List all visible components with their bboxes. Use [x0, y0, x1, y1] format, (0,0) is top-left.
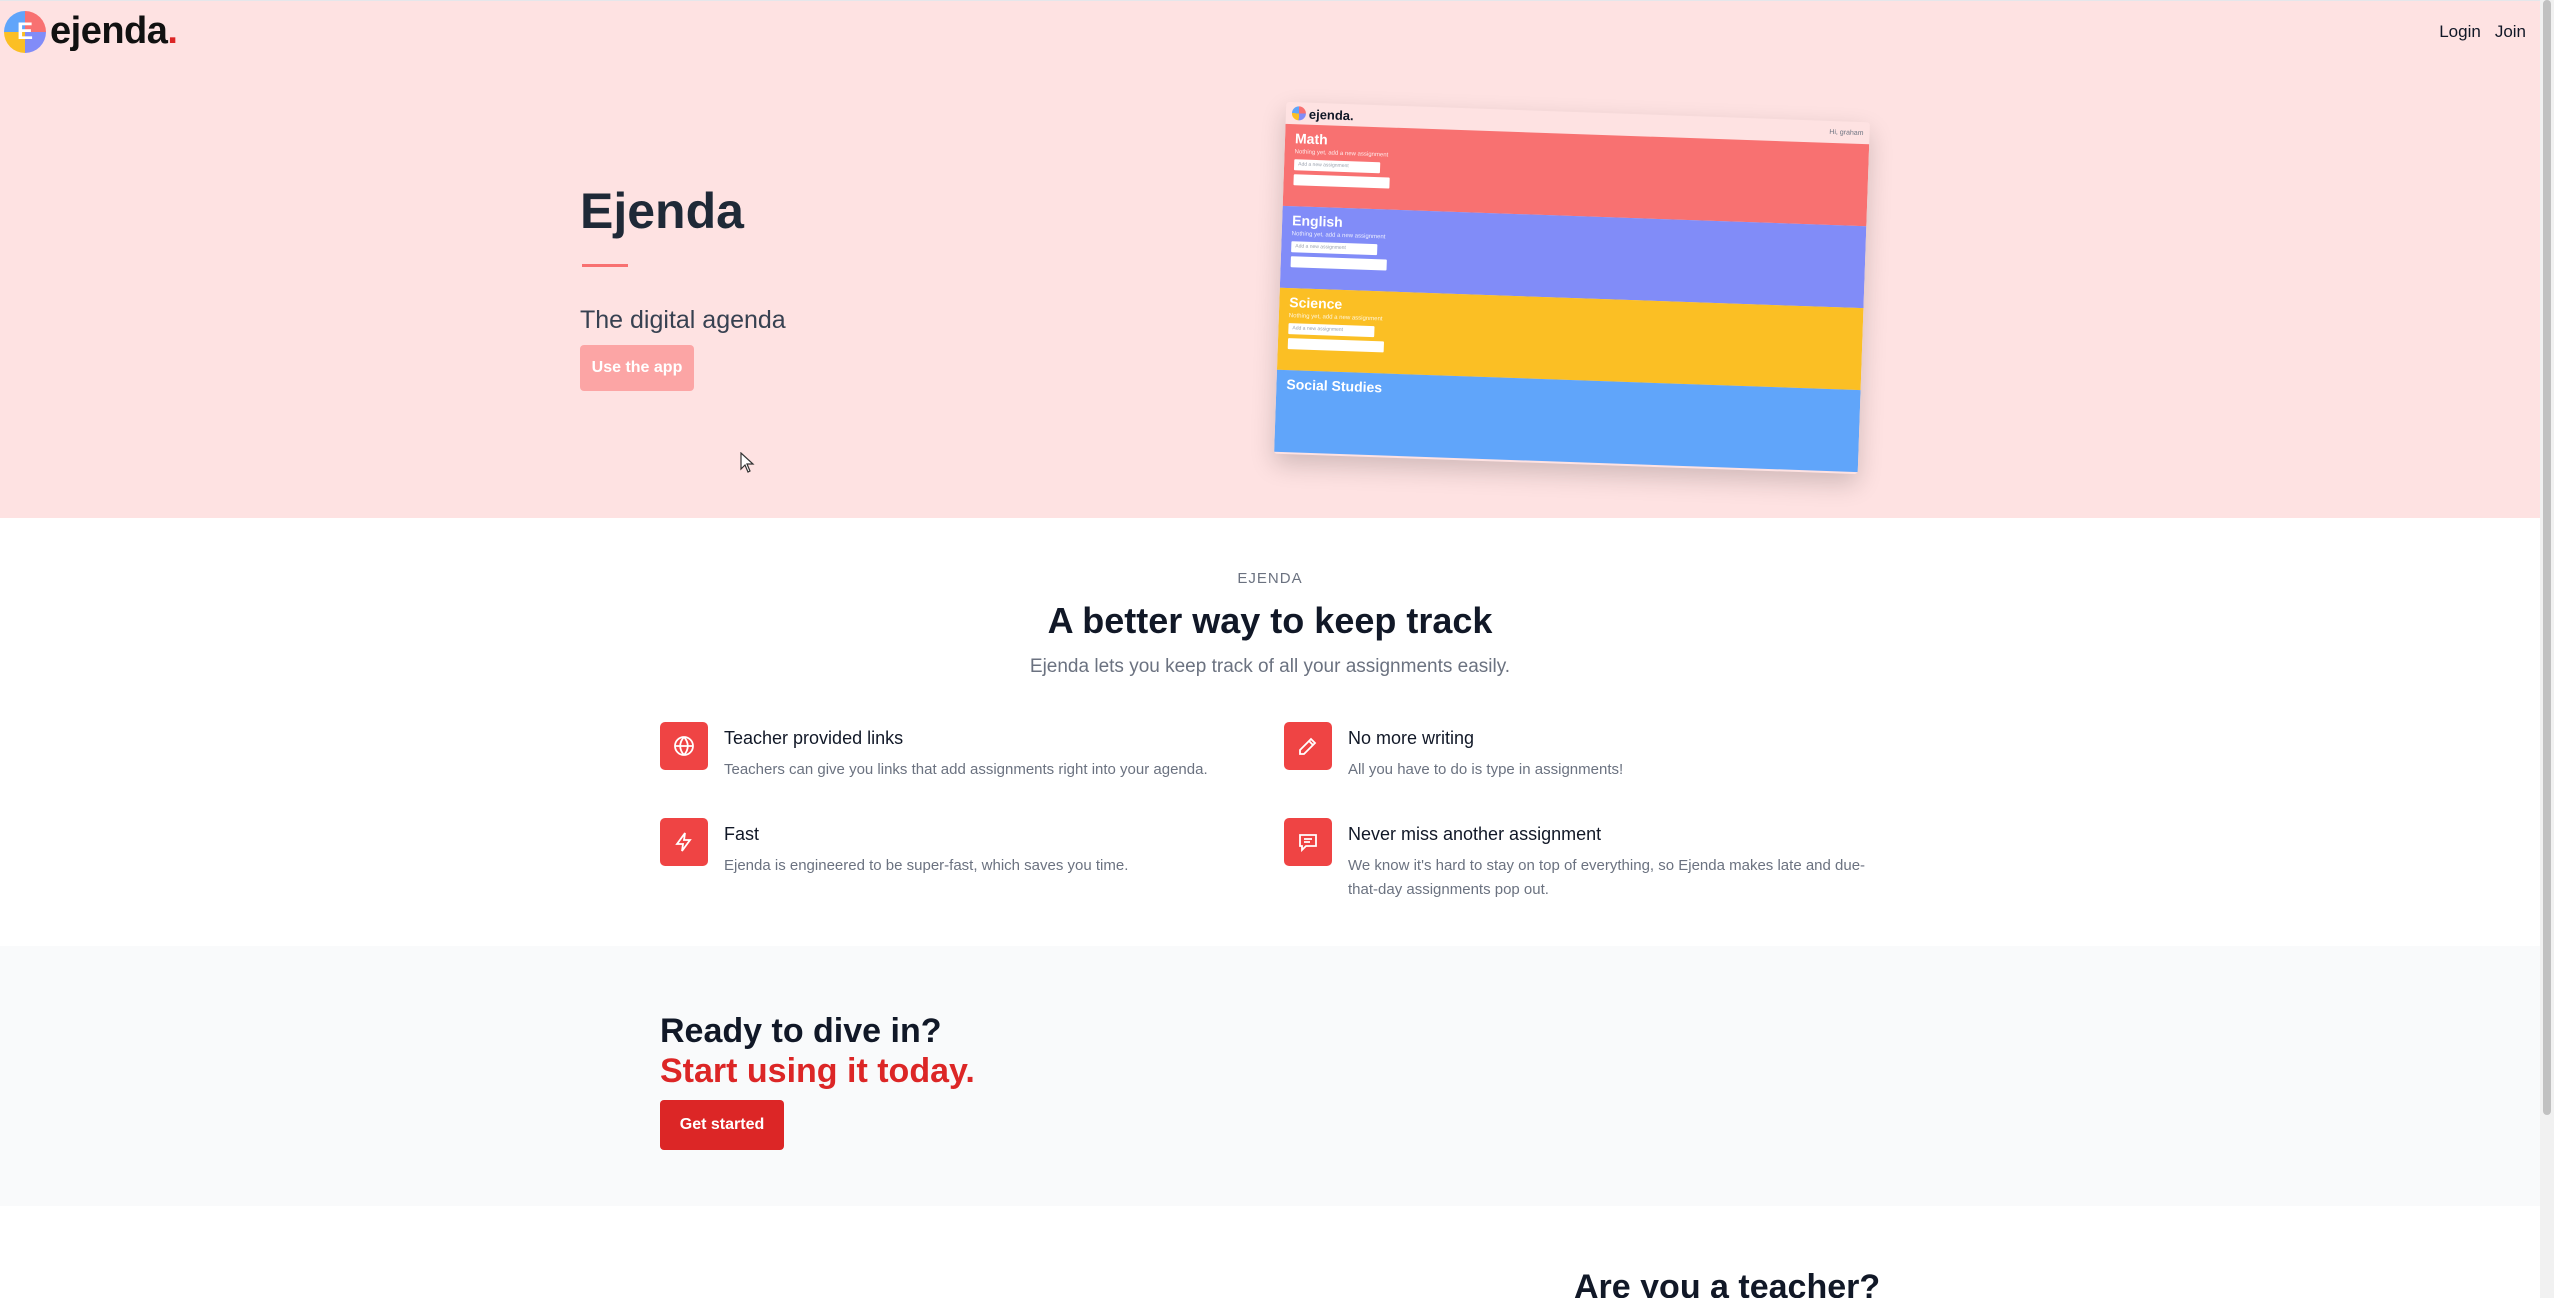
scrollbar-thumb[interactable] — [2543, 0, 2551, 1115]
feature-desc: Ejenda is engineered to be super-fast, w… — [724, 857, 1129, 874]
feature-name: Never miss another assignment — [1348, 824, 1602, 844]
globe-icon — [660, 722, 708, 770]
chat-icon — [1284, 818, 1332, 866]
preview-logo-icon — [1291, 106, 1307, 121]
lightning-icon — [660, 818, 708, 866]
preview-subjects: Math Nothing yet, add a new assignment Add… — [1274, 123, 1870, 473]
features-eyebrow: EJENDA — [1237, 570, 1303, 587]
hero-subtitle: The digital agenda — [580, 306, 786, 334]
preview-brand: ejenda. — [1308, 106, 1354, 123]
preview-user: Hi, graham — [1829, 128, 1864, 137]
use-app-button[interactable]: Use the app — [580, 345, 694, 391]
preview-date-field — [1290, 256, 1387, 271]
pencil-icon — [1284, 722, 1332, 770]
join-link[interactable]: Join — [2495, 22, 2526, 42]
brand[interactable]: E ejenda. — [4, 10, 178, 53]
preview-assignment-input: Add a new assignment — [1291, 241, 1378, 256]
app-preview-image: ejenda. Hi, graham Math Nothing yet, add … — [1274, 101, 1870, 475]
preview-assignment-input: Add a new assignment — [1293, 159, 1381, 174]
feature-name: Teacher provided links — [724, 728, 904, 748]
top-nav: E ejenda. Login Join — [0, 0, 2540, 62]
brand-name: ejenda. — [50, 10, 178, 53]
scrollbar[interactable] — [2540, 0, 2554, 1298]
mouse-cursor-icon — [740, 452, 755, 473]
cta-subheading: Start using it today. — [660, 1052, 975, 1090]
teacher-title: Are you a teacher? — [1574, 1268, 1881, 1298]
page: E ejenda. Login Join Ejenda The digital … — [0, 0, 2554, 1298]
features-title: A better way to keep track — [1047, 600, 1493, 641]
feature-name: Fast — [724, 824, 760, 844]
features-section: EJENDA A better way to keep track Ejenda… — [0, 518, 2540, 946]
logo-icon: E — [4, 10, 46, 53]
preview-date-field — [1293, 174, 1390, 189]
hero-divider — [582, 264, 628, 267]
feature-name: No more writing — [1348, 728, 1475, 748]
logo-letter: E — [16, 17, 33, 45]
cta-heading: Ready to dive in? — [660, 1012, 942, 1050]
get-started-button[interactable]: Get started — [660, 1100, 784, 1150]
feature-desc: We know it's hard to stay on top of ever… — [1348, 857, 1866, 898]
brand-dot: . — [167, 10, 178, 52]
preview-assignment-input: Add a new assignment — [1288, 323, 1375, 338]
feature-desc: All you have to do is type in assignment… — [1348, 761, 1624, 778]
feature-desc: Teachers can give you links that add ass… — [724, 761, 1208, 778]
features-subtitle: Ejenda lets you keep track of all your a… — [1029, 656, 1511, 677]
preview-date-field — [1287, 338, 1385, 353]
cta-section: Ready to dive in? Start using it today. … — [0, 946, 2540, 1206]
login-link[interactable]: Login — [2439, 22, 2481, 42]
nav-links: Login Join — [2439, 22, 2526, 42]
teacher-section: Are you a teacher? — [0, 1206, 2540, 1298]
hero-title: Ejenda — [580, 183, 744, 239]
brand-text: ejenda — [50, 10, 168, 52]
hero-section: Ejenda The digital agenda Use the app ej… — [0, 62, 2540, 518]
